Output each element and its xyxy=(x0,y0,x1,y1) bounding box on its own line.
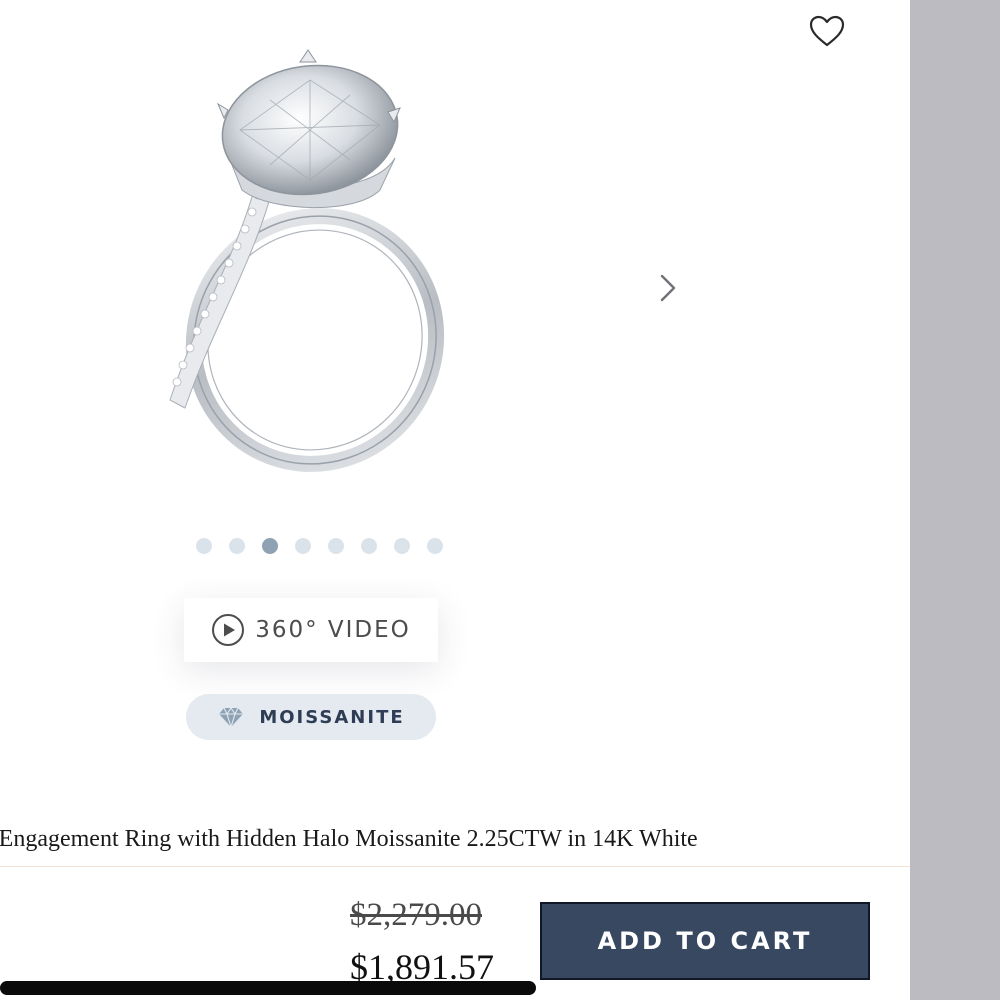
gallery-dot[interactable] xyxy=(196,538,212,554)
original-price: $2,279.00 xyxy=(350,897,482,933)
add-to-cart-button[interactable]: ADD TO CART xyxy=(540,902,870,980)
gallery-dot[interactable] xyxy=(328,538,344,554)
diamond-icon xyxy=(219,707,244,728)
gallery-dot[interactable] xyxy=(295,538,311,554)
gallery-dot[interactable] xyxy=(262,538,278,554)
gallery-dot[interactable] xyxy=(427,538,443,554)
ring-product-image xyxy=(169,49,445,472)
gallery-dot[interactable] xyxy=(361,538,377,554)
play-circle-icon xyxy=(212,614,245,646)
home-indicator[interactable] xyxy=(0,981,536,995)
heart-outline-icon[interactable] xyxy=(806,12,848,50)
product-image-gallery[interactable] xyxy=(0,0,700,520)
360-video-label: 360° VIDEO xyxy=(255,617,411,643)
gallery-dot[interactable] xyxy=(394,538,410,554)
product-title: e Engagement Ring with Hidden Halo Moiss… xyxy=(0,826,698,852)
360-video-button[interactable]: 360° VIDEO xyxy=(184,598,438,662)
gallery-pagination xyxy=(196,538,443,558)
product-page: 360° VIDEO MOISSANITE e Engagement Ring … xyxy=(0,0,910,1000)
material-label: MOISSANITE xyxy=(259,706,405,728)
gallery-dot[interactable] xyxy=(229,538,245,554)
side-panel-background xyxy=(910,0,1000,1000)
divider xyxy=(0,866,910,867)
material-badge: MOISSANITE xyxy=(186,694,436,740)
chevron-right-icon[interactable] xyxy=(652,268,682,308)
